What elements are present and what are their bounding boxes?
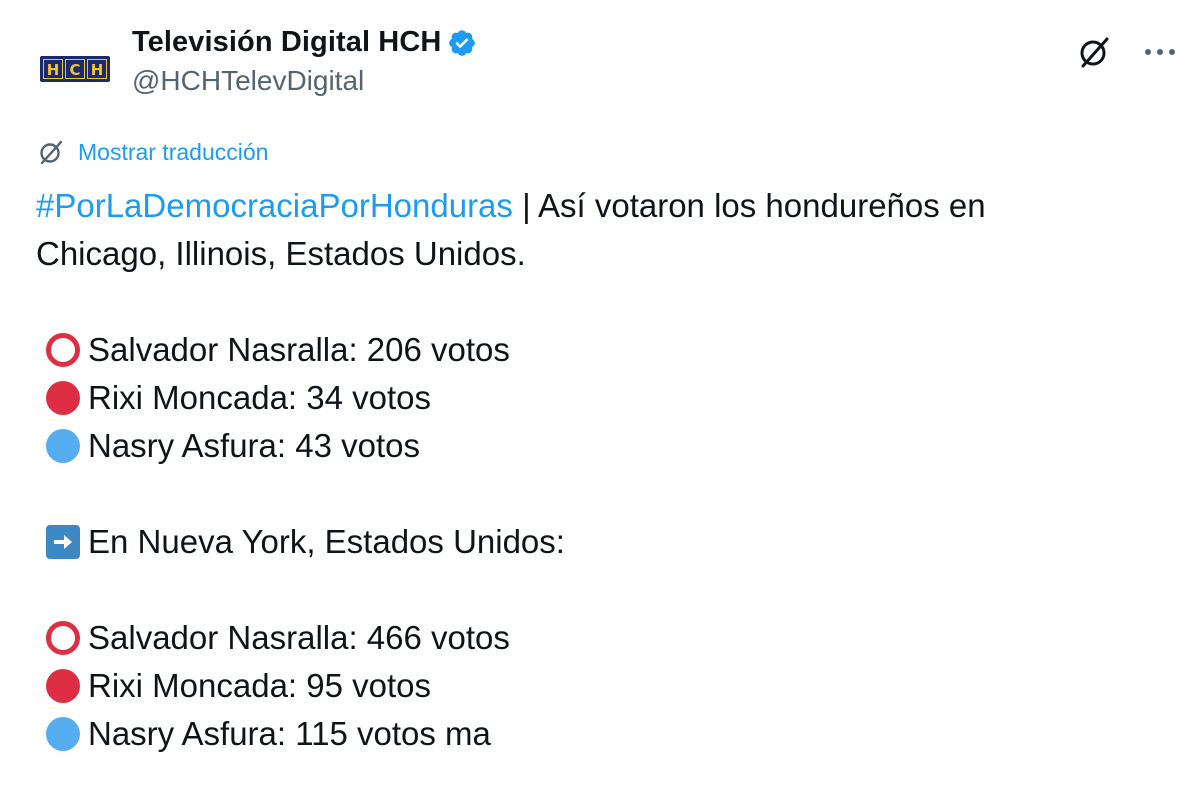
grok-slash-icon (40, 140, 63, 165)
list-item: Rixi Moncada: 34 votos (36, 374, 1156, 422)
logo-letter-h2: H (87, 59, 107, 79)
tweet-actions (1074, 32, 1180, 72)
ny-result-asfura: Nasry Asfura: 115 votos ma (88, 715, 491, 752)
red-circle-icon (46, 381, 80, 415)
hashtag-link[interactable]: #PorLaDemocraciaPorHonduras (36, 182, 513, 230)
tweet-text: #PorLaDemocraciaPorHonduras | Así votaro… (36, 182, 1156, 758)
intro-text-line2: Chicago, Illinois, Estados Unidos. (36, 235, 526, 272)
right-arrow-icon (46, 525, 80, 559)
blue-circle-icon (46, 717, 80, 751)
chicago-result-asfura: Nasry Asfura: 43 votos (88, 427, 420, 464)
intro-text: | Así votaron los hondureños en (512, 187, 986, 224)
list-item: Nasry Asfura: 43 votos (36, 422, 1156, 470)
author-handle[interactable]: @HCHTelevDigital (132, 65, 477, 97)
author-display-name[interactable]: Televisión Digital HCH (132, 26, 441, 59)
red-circle-icon (46, 669, 80, 703)
list-item: Salvador Nasralla: 206 votos (36, 326, 1156, 374)
author-names: Televisión Digital HCH @HCHTelevDigital (132, 26, 477, 97)
intro-line-2: Chicago, Illinois, Estados Unidos. (36, 230, 1156, 278)
ny-heading-line: En Nueva York, Estados Unidos: (36, 518, 1156, 566)
list-item: Rixi Moncada: 95 votos (36, 662, 1156, 710)
red-ring-icon (46, 621, 80, 655)
blue-circle-icon (46, 429, 80, 463)
logo-letter-h1: H (43, 59, 63, 79)
ny-heading: En Nueva York, Estados Unidos: (88, 523, 565, 560)
verified-badge-icon (449, 29, 476, 56)
avatar[interactable]: H C H (36, 30, 114, 108)
more-dots-icon[interactable] (1140, 32, 1180, 72)
intro-line-1: #PorLaDemocraciaPorHonduras | Así votaro… (36, 182, 1156, 230)
chicago-result-nasralla: Salvador Nasralla: 206 votos (88, 331, 510, 368)
logo-letter-c: C (65, 59, 85, 79)
author-display-name-row[interactable]: Televisión Digital HCH (132, 26, 477, 59)
chicago-result-moncada: Rixi Moncada: 34 votos (88, 379, 432, 416)
grok-slash-icon[interactable] (1074, 32, 1114, 72)
show-translation-link[interactable]: Mostrar traducción (36, 137, 268, 167)
ny-result-moncada: Rixi Moncada: 95 votos (88, 667, 432, 704)
ny-result-nasralla: Salvador Nasralla: 466 votos (88, 619, 510, 656)
tweet-header: H C H Televisión Digital HCH @HCHTelevDi… (36, 18, 1180, 108)
hch-logo: H C H (40, 56, 110, 82)
red-ring-icon (46, 333, 80, 367)
list-item: Salvador Nasralla: 466 votos (36, 614, 1156, 662)
show-translation-label[interactable]: Mostrar traducción (78, 139, 268, 166)
tweet-card: H C H Televisión Digital HCH @HCHTelevDi… (0, 0, 1200, 785)
list-item: Nasry Asfura: 115 votos ma (36, 710, 1156, 758)
